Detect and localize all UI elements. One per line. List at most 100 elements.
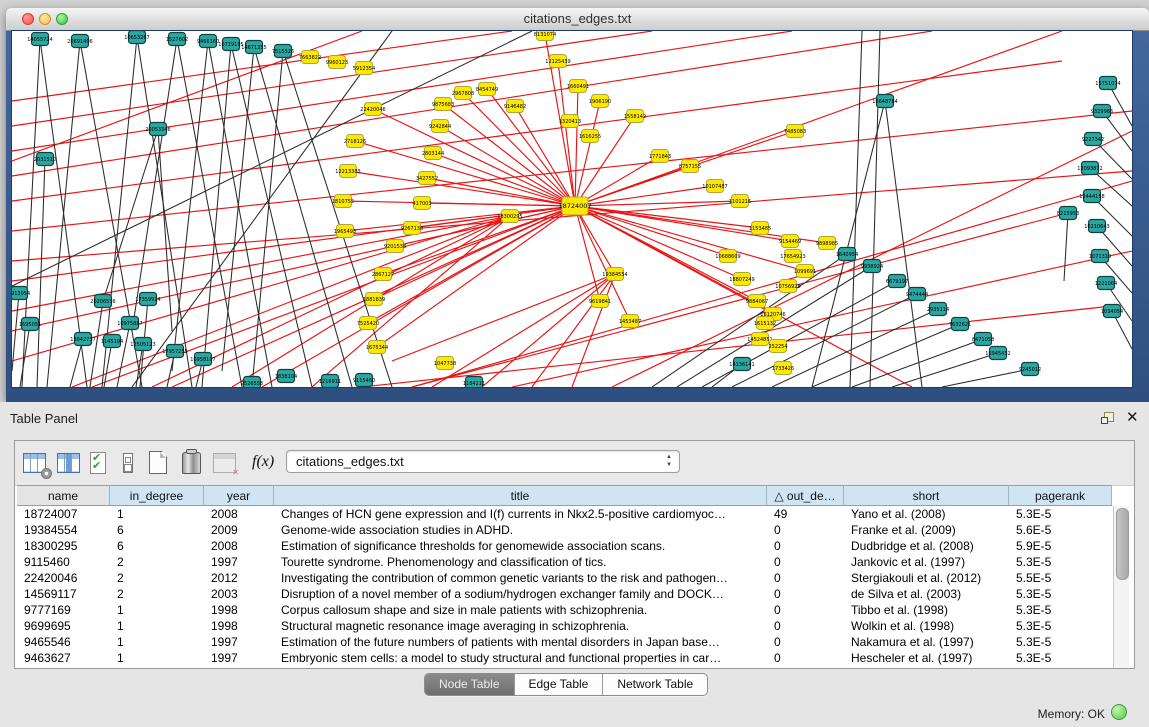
graph-node[interactable] xyxy=(169,33,186,46)
graph-node[interactable] xyxy=(356,62,373,75)
table-select[interactable]: citations_edges.txt ▲▼ xyxy=(286,450,680,473)
graph-node[interactable] xyxy=(864,260,881,273)
graph-node[interactable] xyxy=(734,273,751,286)
graph-node[interactable] xyxy=(785,250,802,263)
graph-node[interactable] xyxy=(95,295,112,308)
graph-node[interactable] xyxy=(652,150,669,163)
graph-node[interactable] xyxy=(329,56,346,69)
column-header-title[interactable]: title xyxy=(274,485,767,506)
graph-node[interactable] xyxy=(1085,133,1102,146)
graph-node[interactable] xyxy=(150,123,167,136)
graph-node[interactable] xyxy=(570,80,587,93)
graph-node[interactable] xyxy=(337,225,354,238)
scrollbar-thumb[interactable] xyxy=(1116,508,1129,580)
column-header-pagerank[interactable]: pagerank xyxy=(1009,485,1112,506)
graph-node[interactable] xyxy=(975,333,992,346)
graph-node[interactable] xyxy=(72,35,89,48)
column-header-in_degree[interactable]: in_degree xyxy=(110,485,204,506)
graph-node[interactable] xyxy=(437,357,454,370)
graph-node[interactable] xyxy=(1089,220,1106,233)
graph-node[interactable] xyxy=(732,195,749,208)
tab-edge-table[interactable]: Edge Table xyxy=(514,674,603,695)
graph-node[interactable] xyxy=(12,287,28,300)
graph-node[interactable] xyxy=(1060,207,1077,220)
graph-node[interactable] xyxy=(387,240,404,253)
memory-indicator[interactable] xyxy=(1111,704,1127,720)
graph-node[interactable] xyxy=(455,87,472,100)
graph-node[interactable] xyxy=(990,347,1007,360)
graph-node[interactable] xyxy=(1092,250,1109,263)
graph-node[interactable] xyxy=(404,222,421,235)
graph-node[interactable] xyxy=(432,120,449,133)
graph-node[interactable] xyxy=(502,210,519,223)
graph-node[interactable] xyxy=(749,295,766,308)
table-row[interactable]: 1938455462009Genome-wide association stu… xyxy=(17,522,1113,538)
graph-node[interactable] xyxy=(32,33,49,46)
graph-node[interactable] xyxy=(537,31,554,41)
network-canvas[interactable]: 1872400718300295813107412125439166049119… xyxy=(12,31,1132,387)
graph-node[interactable] xyxy=(1022,363,1039,376)
graph-node[interactable] xyxy=(752,333,769,346)
float-window-icon[interactable] xyxy=(1101,412,1114,425)
graph-node[interactable] xyxy=(278,370,295,383)
graph-node[interactable] xyxy=(819,237,836,250)
show-column-icon[interactable] xyxy=(55,449,83,477)
graph-node[interactable] xyxy=(302,51,319,64)
graph-node[interactable] xyxy=(479,83,496,96)
graph-node[interactable] xyxy=(592,95,609,108)
row-options-icon[interactable] xyxy=(115,449,143,477)
graph-node[interactable] xyxy=(435,98,452,111)
select-rows-icon[interactable]: ✔✔ xyxy=(87,449,115,477)
graph-node[interactable] xyxy=(1100,77,1117,90)
table-row[interactable]: 946554611997Estimation of the future num… xyxy=(17,634,1113,650)
graph-node[interactable] xyxy=(592,295,609,308)
column-header-out_de[interactable]: △ out_de… xyxy=(767,485,844,506)
tab-node-table[interactable]: Node Table xyxy=(425,674,514,695)
graph-node[interactable] xyxy=(375,268,392,281)
tab-network-table[interactable]: Network Table xyxy=(602,674,707,695)
graph-node[interactable] xyxy=(340,165,357,178)
table-scrollbar[interactable] xyxy=(1113,506,1129,668)
window-titlebar[interactable]: citations_edges.txt xyxy=(6,8,1149,31)
function-builder-icon[interactable]: f(x) xyxy=(252,449,280,477)
network-graph[interactable]: 1872400718300295813107412125439166049119… xyxy=(12,31,1132,387)
graph-node[interactable] xyxy=(787,125,804,138)
graph-node[interactable] xyxy=(1104,305,1121,318)
graph-node[interactable] xyxy=(22,318,39,331)
graph-node[interactable] xyxy=(607,268,624,281)
graph-node[interactable] xyxy=(1082,162,1099,175)
graph-node[interactable] xyxy=(335,195,352,208)
graph-node[interactable] xyxy=(366,293,383,306)
table-row[interactable]: 2242004622012Investigating the contribut… xyxy=(17,570,1113,586)
table-settings-icon[interactable] xyxy=(21,449,49,477)
graph-node[interactable] xyxy=(752,222,769,235)
graph-node[interactable] xyxy=(104,335,121,348)
column-header-short[interactable]: short xyxy=(844,485,1009,506)
graph-node[interactable] xyxy=(360,317,377,330)
graph-node[interactable] xyxy=(775,362,792,375)
table-row[interactable]: 946362711997Embryonic stem cells: a mode… xyxy=(17,650,1113,666)
graph-node[interactable] xyxy=(365,103,382,116)
graph-node[interactable] xyxy=(244,377,261,388)
new-table-icon[interactable] xyxy=(145,449,173,477)
table-row[interactable]: 977716911998Corpus callosum shape and si… xyxy=(17,602,1113,618)
graph-node[interactable] xyxy=(877,95,894,108)
graph-node[interactable] xyxy=(782,235,799,248)
graph-node[interactable] xyxy=(682,160,699,173)
graph-node[interactable] xyxy=(507,100,524,113)
graph-node[interactable] xyxy=(797,265,814,278)
graph-node[interactable] xyxy=(757,317,774,330)
table-row[interactable]: 1872400712008Changes of HCN gene express… xyxy=(17,506,1113,522)
graph-node[interactable] xyxy=(37,153,54,166)
graph-node[interactable] xyxy=(167,345,184,358)
graph-node[interactable] xyxy=(734,358,751,371)
graph-node[interactable] xyxy=(780,280,797,293)
graph-node[interactable] xyxy=(140,293,157,306)
graph-node[interactable] xyxy=(562,115,579,128)
graph-node[interactable] xyxy=(425,147,442,160)
graph-node[interactable] xyxy=(246,41,263,54)
graph-node[interactable] xyxy=(414,197,431,210)
graph-node[interactable] xyxy=(889,275,906,288)
graph-node[interactable] xyxy=(275,45,292,58)
graph-node[interactable] xyxy=(75,333,92,346)
